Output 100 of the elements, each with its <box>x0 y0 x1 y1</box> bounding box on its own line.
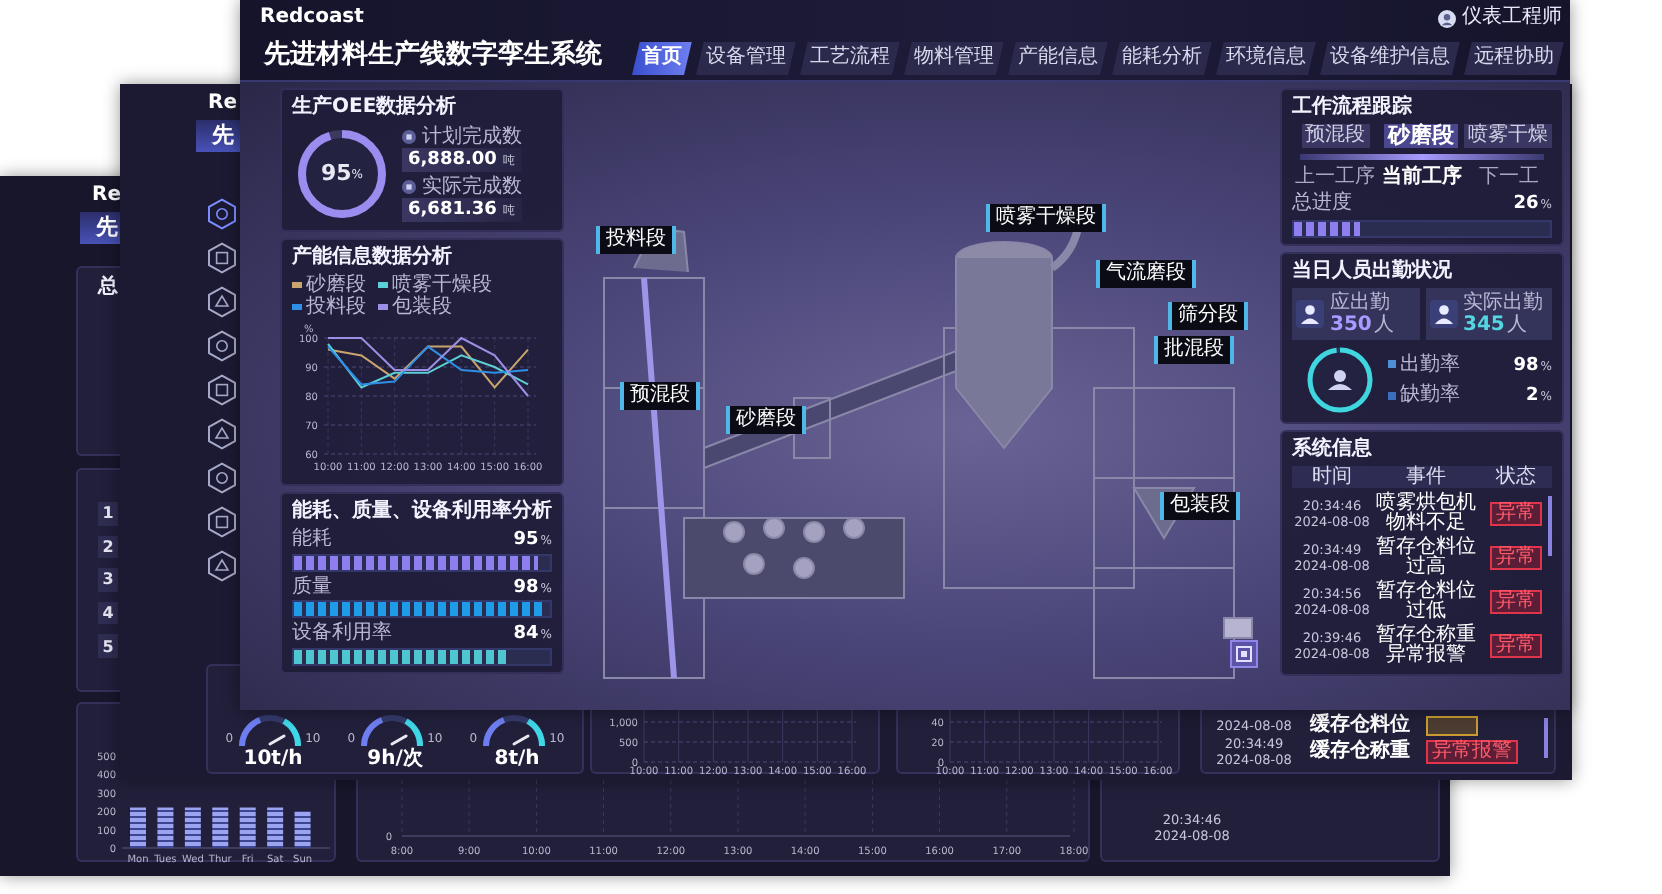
rank-number: 3 <box>98 568 118 592</box>
logo-text: Re <box>90 184 121 207</box>
card-value: 345 <box>1463 313 1505 335</box>
event-text: 暂存仓料位过低 <box>1374 582 1478 622</box>
panel-title: 能耗、质量、设备利用率分析 <box>292 500 552 524</box>
hexagon-icon[interactable] <box>206 374 238 406</box>
view-button[interactable] <box>1230 640 1258 668</box>
hexagon-icon[interactable] <box>206 330 238 362</box>
station-label[interactable]: 包装段 <box>1160 492 1240 520</box>
event-text: 暂存仓称重异常报警 <box>1374 626 1478 666</box>
gauge-reading: 8t/h <box>494 748 540 770</box>
panel-title: 系统信息 <box>1292 438 1374 462</box>
bar <box>184 807 201 848</box>
dot-icon <box>402 180 416 194</box>
column-header: 状态 <box>1494 466 1538 488</box>
square-icon <box>1236 646 1252 662</box>
gauge-dial <box>479 710 548 748</box>
step-caption: 当前工序 <box>1381 166 1462 188</box>
nav-tab[interactable]: 远程协助 <box>1464 41 1564 75</box>
bar <box>239 807 256 848</box>
nav-tab[interactable]: 物料管理 <box>904 41 1004 75</box>
bar <box>294 811 311 848</box>
legend-label: 砂磨段 <box>306 274 366 296</box>
nav-tab[interactable]: 设备维护信息 <box>1320 41 1460 75</box>
panel-title: 总 <box>98 276 118 298</box>
rank-number: 1 <box>98 502 118 526</box>
status-badge: 异常报警 <box>1426 740 1518 764</box>
avatar-icon <box>1438 9 1456 27</box>
event-text: 暂存仓料位过高 <box>1374 538 1478 578</box>
status-badge: 异常 <box>1490 590 1542 614</box>
dot-icon <box>402 129 416 144</box>
metric-value: 84 <box>513 624 539 644</box>
panel-title: 生产OEE数据分析 <box>292 96 459 120</box>
hexagon-icon[interactable] <box>206 242 238 274</box>
bar <box>157 807 174 848</box>
rate-value: 2 <box>1526 386 1539 406</box>
panel-title: 产能信息数据分析 <box>292 246 454 270</box>
rank-number: 5 <box>98 634 118 658</box>
metric-value: 95 <box>513 530 539 550</box>
hexagon-icon[interactable] <box>206 418 238 450</box>
rank-number: 4 <box>98 601 118 625</box>
hexagon-icon[interactable] <box>206 198 238 230</box>
column-header: 时间 <box>1310 466 1354 488</box>
process-step: 预混段 <box>1301 124 1369 148</box>
event-text: 喷雾烘包机物料不足 <box>1374 494 1478 534</box>
nav-tab[interactable]: 设备管理 <box>696 41 796 75</box>
scrollbar <box>1544 718 1548 758</box>
step-caption: 上一工序 <box>1295 166 1376 188</box>
nav-tab[interactable]: 环境信息 <box>1216 41 1316 75</box>
rate-label: 缺勤率 <box>1400 384 1460 407</box>
metric-label: 能耗 <box>292 528 332 551</box>
station-label[interactable]: 喷雾干燥段 <box>986 204 1106 232</box>
station-label[interactable]: 批混段 <box>1154 336 1234 364</box>
legend-label: 投料段 <box>306 296 366 318</box>
process-step: 砂磨段 <box>1384 124 1458 148</box>
metric-value: 6,681.36 <box>408 200 497 221</box>
metric-value: 6,888.00 <box>408 149 497 170</box>
station-label[interactable]: 筛分段 <box>1168 302 1248 330</box>
user-name[interactable]: 仪表工程师 <box>1462 6 1562 30</box>
hexagon-icon[interactable] <box>206 506 238 538</box>
status-badge: 异常 <box>1490 502 1542 526</box>
person-icon <box>1296 299 1324 328</box>
panel-title: 当日人员出勤状况 <box>1292 259 1454 283</box>
station-label[interactable]: 砂磨段 <box>726 406 806 434</box>
nav-tab[interactable]: 工艺流程 <box>800 41 900 75</box>
logo-text: Re <box>206 92 237 115</box>
station-label[interactable]: 气流磨段 <box>1096 260 1196 288</box>
column-header: 事件 <box>1404 466 1448 488</box>
gauge-reading: 9h/次 <box>367 748 423 770</box>
station-label[interactable]: 预混段 <box>620 382 700 410</box>
hexagon-icon[interactable] <box>206 550 238 582</box>
process-step: 喷雾干燥 <box>1464 124 1552 148</box>
logo-text: Redcoast <box>258 4 366 32</box>
oee-percent: 95 <box>320 161 352 187</box>
gauge-dial <box>357 710 426 748</box>
gauge-dial <box>235 710 304 748</box>
step-caption: 下一工 <box>1478 166 1539 188</box>
status-badge: 异常 <box>1490 546 1542 570</box>
rate-value: 98 <box>1513 355 1539 375</box>
nav-tab[interactable]: 能耗分析 <box>1112 41 1212 75</box>
metric-label: 设备利用率 <box>292 622 392 645</box>
progress-value: 26 <box>1513 194 1539 214</box>
legend-label: 包装段 <box>392 296 452 318</box>
metric-label: 质量 <box>292 575 332 598</box>
person-icon <box>1429 299 1457 328</box>
event-text: 缓存仓料位 <box>1310 716 1412 736</box>
card-value: 350 <box>1330 313 1372 335</box>
metric-value: 98 <box>513 577 539 597</box>
hexagon-icon[interactable] <box>206 462 238 494</box>
unit-label: 人 <box>1506 313 1527 335</box>
hexagon-icon[interactable] <box>206 286 238 318</box>
nav-tab[interactable]: 产能信息 <box>1008 41 1108 75</box>
station-label[interactable]: 投料段 <box>596 226 676 254</box>
progress-label: 总进度 <box>1292 192 1352 215</box>
legend-label: 喷雾干燥段 <box>392 274 492 296</box>
scrollbar <box>1548 496 1552 556</box>
gauge-reading: 10t/h <box>243 748 303 770</box>
nav-tab[interactable]: 首页 <box>632 41 692 75</box>
window-title: 先进材料生产线数字孪生系统 <box>261 37 600 74</box>
rank-number: 2 <box>98 535 118 559</box>
